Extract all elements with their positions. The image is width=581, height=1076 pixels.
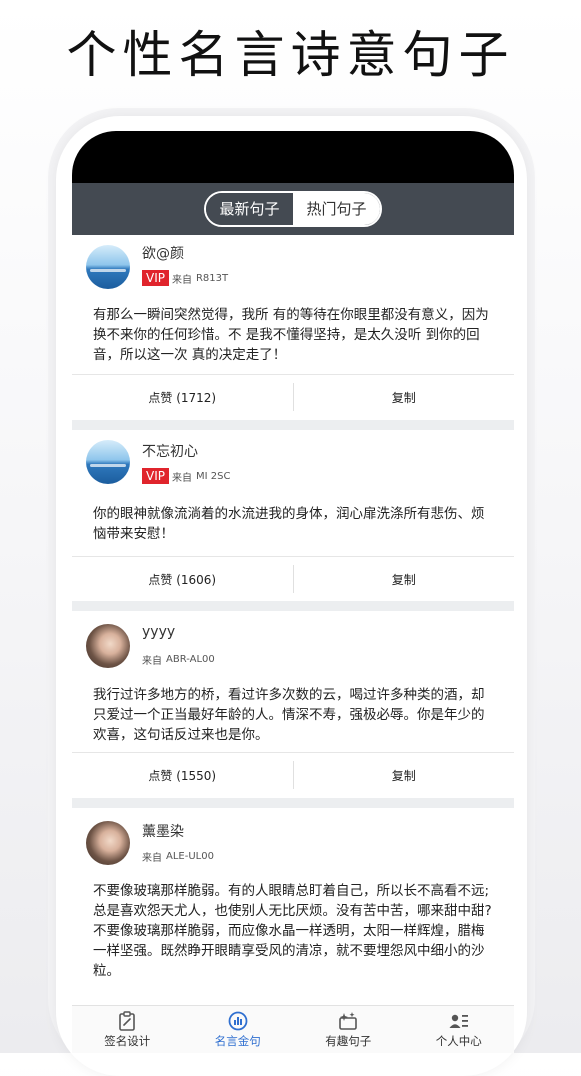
post-meta: 来自 ABR-AL00 [142, 652, 215, 667]
post-meta: VIP 来自 MI 2SC [142, 468, 230, 484]
from-label: 来自 [142, 853, 162, 864]
from-label: 来自 [171, 274, 192, 286]
post-content: 不要像玻璃那样脆弱。有的人眼睛总盯着自己，所以长不高看不远;总是喜欢怨天尤人，也… [93, 883, 492, 979]
avatar[interactable] [86, 821, 130, 865]
vip-badge: VIP [142, 468, 169, 484]
avatar[interactable] [86, 624, 130, 668]
post-meta: VIP 来自 R813T [142, 270, 228, 286]
from-label: 来自 [171, 472, 192, 484]
profile-icon [449, 1014, 468, 1028]
status-bar [72, 131, 514, 183]
username[interactable]: 欲@颜 [142, 243, 184, 263]
post-content: 有那么一瞬间突然觉得，我所 有的等待在你眼里都没有意义，因为换不来你的任何珍惜。… [93, 307, 489, 363]
vip-badge: VIP [142, 270, 169, 286]
post-actions: 点赞 (1712) 复制 [72, 374, 514, 419]
username[interactable]: 薰墨染 [142, 821, 184, 841]
feed-segmented-control: 最新句子 热门句子 [204, 191, 382, 227]
post-card: yyyy 来自 ABR-AL00 我行过许多地方的桥，看过许多次数的云，喝过许多… [72, 611, 514, 798]
avatar[interactable] [86, 440, 130, 484]
username[interactable]: yyyy [142, 624, 175, 640]
tab-signature-design[interactable]: 签名设计 [72, 1006, 183, 1053]
username[interactable]: 不忘初心 [142, 441, 198, 461]
device-name: MI 2SC [195, 470, 231, 482]
tab-popular-quotes[interactable]: 热门句子 [293, 193, 380, 225]
post-card: 薰墨染 来自 ALE-UL00 不要像玻璃那样脆弱。有的人眼睛总盯着自己，所以长… [72, 808, 514, 1008]
from-label: 来自 [142, 656, 162, 667]
post-content: 我行过许多地方的桥，看过许多次数的云，喝过许多种类的酒，却只爱过一个正当最好年龄… [93, 687, 485, 743]
post-meta: 来自 ALE-UL00 [142, 849, 214, 864]
post-content: 你的眼神就像流淌着的水流进我的身体，润心扉洗涤所有悲伤、烦恼带来安慰！ [93, 506, 485, 542]
copy-button[interactable]: 复制 [294, 767, 515, 784]
signature-design-icon [119, 1011, 136, 1031]
tab-fun-sentences[interactable]: 有趣句子 [293, 1006, 404, 1053]
post-card: 欲@颜 VIP 来自 R813T 有那么一瞬间突然觉得，我所 有的等待在你眼里都… [72, 235, 514, 420]
like-button[interactable]: 点赞 (1712) [72, 389, 293, 406]
tab-label: 有趣句子 [325, 1034, 372, 1048]
quotes-chart-icon [228, 1011, 248, 1031]
tab-famous-quotes[interactable]: 名言金句 [183, 1006, 294, 1053]
card-separator [72, 420, 514, 430]
device-name: ALE-UL00 [166, 851, 214, 862]
tab-label: 个人中心 [435, 1034, 482, 1048]
tab-label: 签名设计 [104, 1034, 151, 1048]
fun-sparkle-icon [339, 1012, 358, 1030]
device-name: R813T [195, 272, 229, 284]
device-name: ABR-AL00 [166, 654, 215, 665]
post-card: 不忘初心 VIP 来自 MI 2SC 你的眼神就像流淌着的水流进我的身体，润心扉… [72, 430, 514, 601]
app-screen: 最新句子 热门句子 欲@颜 VIP 来自 R813T 有那么一瞬间突然觉得，我所… [72, 131, 514, 1053]
like-button[interactable]: 点赞 (1606) [72, 571, 293, 588]
like-button[interactable]: 点赞 (1550) [72, 767, 293, 784]
copy-button[interactable]: 复制 [294, 389, 515, 406]
post-actions: 点赞 (1550) 复制 [72, 752, 514, 797]
promo-title: 个性名言诗意句子 [66, 26, 515, 84]
card-separator [72, 798, 514, 808]
card-separator [72, 601, 514, 611]
tab-label: 名言金句 [214, 1034, 261, 1048]
tab-latest-quotes[interactable]: 最新句子 [206, 193, 293, 225]
bottom-tab-bar: 签名设计 名言金句 有趣句子 个人中心 [72, 1005, 514, 1053]
tab-personal-center[interactable]: 个人中心 [404, 1006, 515, 1053]
copy-button[interactable]: 复制 [294, 571, 515, 588]
avatar[interactable] [86, 245, 130, 289]
app-header: 最新句子 热门句子 [72, 183, 514, 235]
post-actions: 点赞 (1606) 复制 [72, 556, 514, 601]
